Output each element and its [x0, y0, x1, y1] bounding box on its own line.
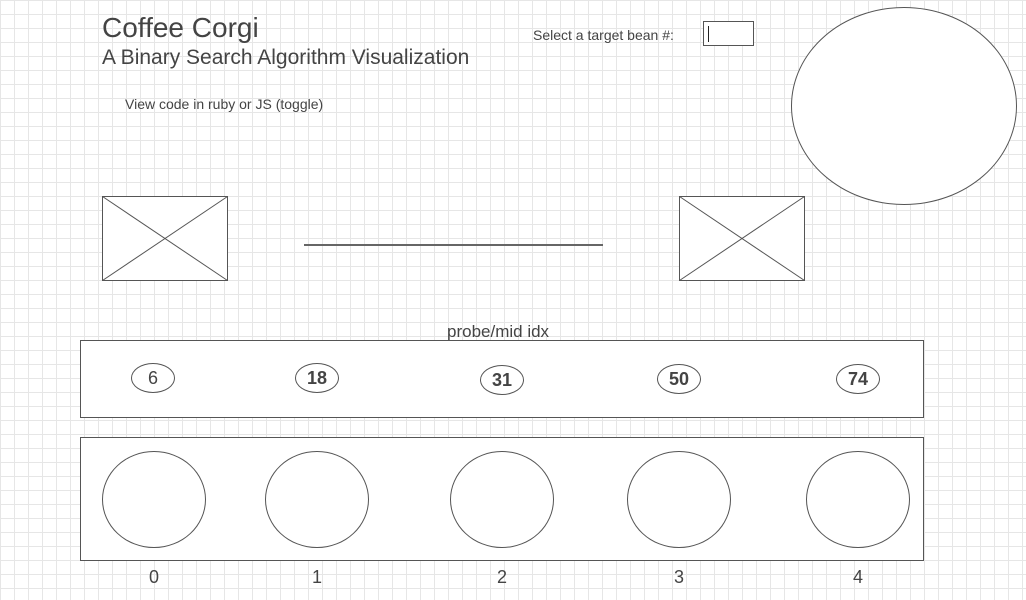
- result-circle: [791, 7, 1017, 205]
- bean-1[interactable]: [265, 451, 369, 548]
- bean-index-2: 2: [496, 567, 507, 587]
- left-image-placeholder: [102, 196, 228, 281]
- bean-3[interactable]: [627, 451, 731, 548]
- bean-value-4: 74: [836, 364, 880, 394]
- bean-value-1: 18: [295, 363, 339, 393]
- image-placeholder-icon: [102, 196, 228, 281]
- target-bean-input[interactable]: [703, 21, 754, 46]
- bean-2[interactable]: [450, 451, 554, 548]
- image-placeholder-icon: [679, 196, 805, 281]
- target-bean-label: Select a target bean #:: [533, 27, 674, 43]
- bean-index-3: 3: [673, 567, 684, 587]
- bean-value-0: 6: [131, 363, 175, 393]
- bean-0[interactable]: [102, 451, 206, 548]
- bean-index-1: 1: [311, 567, 322, 587]
- app-subtitle: A Binary Search Algorithm Visualization: [102, 46, 470, 69]
- app-title: Coffee Corgi: [102, 12, 259, 43]
- text-cursor: [708, 26, 709, 42]
- bean-value-2: 31: [480, 365, 524, 395]
- code-language-toggle[interactable]: View code in ruby or JS (toggle): [125, 96, 323, 112]
- probe-mid-index-label: probe/mid idx: [447, 322, 550, 341]
- bean-index-0: 0: [148, 567, 159, 587]
- bean-index-4: 4: [852, 567, 863, 587]
- bean-value-3: 50: [657, 364, 701, 394]
- right-image-placeholder: [679, 196, 805, 281]
- bean-4[interactable]: [806, 451, 910, 548]
- search-range-line: [304, 244, 603, 246]
